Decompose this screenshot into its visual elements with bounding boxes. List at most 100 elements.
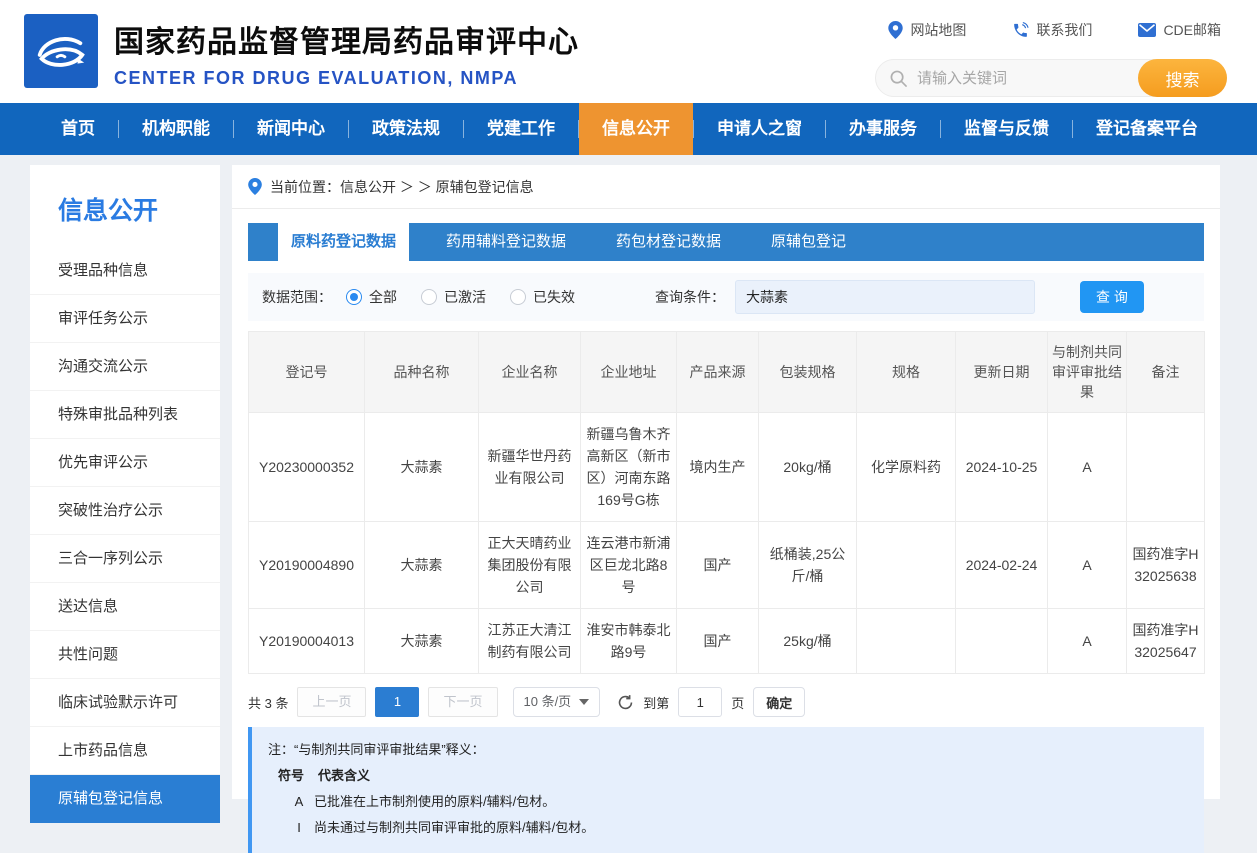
nav-item-info-disclosure[interactable]: 信息公开 [579, 103, 693, 155]
nav-item-registration-platform[interactable]: 登记备案平台 [1073, 103, 1221, 155]
header-links: 网站地图 联系我们 CDE邮箱 [888, 20, 1221, 40]
column-header: 包装规格 [759, 332, 857, 413]
sidebar-title: 信息公开 [30, 165, 220, 247]
next-page-button[interactable]: 下一页 [428, 687, 497, 717]
sidebar-item-special-approval[interactable]: 特殊审批品种列表 [30, 391, 220, 439]
sidebar-item-raw-material-registration[interactable]: 原辅包登记信息 [30, 775, 220, 823]
table-cell: 国产 [677, 609, 759, 674]
table-cell: A [1048, 609, 1127, 674]
goto-page-prefix: 到第 [643, 693, 669, 712]
table-cell: 2024-10-25 [956, 413, 1048, 522]
content-panel: 当前位置：信息公开 ＞ ＞ 原辅包登记信息 原料药登记数据 药用辅料登记数据 药… [232, 165, 1220, 799]
column-header: 企业地址 [581, 332, 677, 413]
radio-expired-label: 已失效 [533, 287, 575, 307]
table-cell: 大蒜素 [365, 522, 479, 609]
search-input[interactable] [907, 70, 1138, 87]
contact-label: 联系我们 [1036, 20, 1092, 40]
page-number-1[interactable]: 1 [375, 687, 419, 717]
sidebar-item-accepted-varieties[interactable]: 受理品种信息 [30, 247, 220, 295]
search-button[interactable]: 搜索 [1138, 59, 1227, 97]
nav-item-home[interactable]: 首页 [38, 103, 118, 155]
table-cell: 境内生产 [677, 413, 759, 522]
breadcrumb: 当前位置：信息公开 ＞ ＞ 原辅包登记信息 [232, 165, 1220, 209]
goto-page-input[interactable] [678, 687, 722, 717]
radio-activated-icon[interactable] [421, 289, 437, 305]
total-count: 共 3 条 [248, 693, 288, 712]
table-cell: 大蒜素 [365, 609, 479, 674]
nav-item-functions[interactable]: 机构职能 [119, 103, 233, 155]
table-cell: 大蒜素 [365, 413, 479, 522]
main-nav: 首页 机构职能 新闻中心 政策法规 党建工作 信息公开 申请人之窗 办事服务 监… [0, 103, 1257, 155]
table-cell: 连云港市新浦区巨龙北路8号 [581, 522, 677, 609]
query-input[interactable] [735, 280, 1035, 314]
query-button[interactable]: 查 询 [1080, 281, 1144, 313]
table-cell: 化学原料药 [857, 413, 956, 522]
table-header-row: 登记号 品种名称 企业名称 企业地址 产品来源 包装规格 规格 更新日期 与制剂… [249, 332, 1205, 413]
sidebar-item-review-tasks[interactable]: 审评任务公示 [30, 295, 220, 343]
tab-api-registration-data[interactable]: 原料药登记数据 [278, 223, 409, 261]
sitemap-link[interactable]: 网站地图 [888, 20, 966, 40]
nav-item-party[interactable]: 党建工作 [464, 103, 578, 155]
chevron-down-icon [579, 699, 589, 705]
sidebar-item-communication[interactable]: 沟通交流公示 [30, 343, 220, 391]
nav-item-policy[interactable]: 政策法规 [349, 103, 463, 155]
note-box: 注：“与制剂共同审评审批结果”释义： 符号 代表含义 A 已批准在上市制剂使用的… [248, 727, 1204, 853]
table-cell: Y20230000352 [249, 413, 365, 522]
goto-page-suffix: 页 [731, 693, 744, 712]
breadcrumb-pin-icon [248, 178, 262, 195]
table-cell: Y20190004013 [249, 609, 365, 674]
nav-item-supervision[interactable]: 监督与反馈 [941, 103, 1072, 155]
page-size-select[interactable]: 10 条/页 [513, 687, 601, 717]
tab-excipient-registration-data[interactable]: 药用辅料登记数据 [433, 223, 579, 261]
sidebar-item-delivery-info[interactable]: 送达信息 [30, 583, 220, 631]
nav-item-news[interactable]: 新闻中心 [234, 103, 348, 155]
sidebar-item-clinical-trial[interactable]: 临床试验默示许可 [30, 679, 220, 727]
mailbox-link[interactable]: CDE邮箱 [1138, 20, 1221, 40]
table-cell: A [1048, 522, 1127, 609]
note-meaning-a: 已批准在上市制剂使用的原料/辅料/包材。 [314, 789, 555, 815]
column-header: 更新日期 [956, 332, 1048, 413]
tab-packaging-registration-data[interactable]: 药包材登记数据 [603, 223, 734, 261]
prev-page-button[interactable]: 上一页 [297, 687, 366, 717]
sidebar-item-priority-review[interactable]: 优先审评公示 [30, 439, 220, 487]
note-symbol-header: 符号 [278, 763, 304, 789]
nav-item-applicant[interactable]: 申请人之窗 [694, 103, 825, 155]
table-row: Y20230000352 大蒜素 新疆华世丹药业有限公司 新疆乌鲁木齐高新区（新… [249, 413, 1205, 522]
sidebar-item-three-in-one[interactable]: 三合一序列公示 [30, 535, 220, 583]
table-cell [956, 609, 1048, 674]
phone-icon [1012, 22, 1029, 39]
note-meaning-header: 代表含义 [318, 763, 370, 789]
sidebar: 信息公开 受理品种信息 审评任务公示 沟通交流公示 特殊审批品种列表 优先审评公… [30, 165, 220, 815]
sidebar-item-common-issues[interactable]: 共性问题 [30, 631, 220, 679]
location-pin-icon [888, 21, 903, 39]
radio-option-activated[interactable]: 已激活 [421, 287, 486, 307]
confirm-button[interactable]: 确定 [753, 687, 805, 717]
radio-option-expired[interactable]: 已失效 [510, 287, 575, 307]
page-size-value: 10 条/页 [524, 688, 572, 716]
table-cell: 国产 [677, 522, 759, 609]
radio-option-all[interactable]: 全部 [346, 287, 397, 307]
nav-item-services[interactable]: 办事服务 [826, 103, 940, 155]
data-scope-radio-group: 全部 已激活 已失效 [346, 287, 575, 307]
sidebar-item-marketed-drugs[interactable]: 上市药品信息 [30, 727, 220, 775]
mailbox-label: CDE邮箱 [1163, 20, 1221, 40]
table-cell: 2024-02-24 [956, 522, 1048, 609]
radio-expired-icon[interactable] [510, 289, 526, 305]
filter-row: 数据范围： 全部 已激活 已失效 查询条件： 查 询 [248, 273, 1204, 321]
sidebar-item-breakthrough-therapy[interactable]: 突破性治疗公示 [30, 487, 220, 535]
table-cell: 国药准字H32025638 [1127, 522, 1205, 609]
search-icon [890, 70, 907, 87]
table-cell: 淮安市韩泰北路9号 [581, 609, 677, 674]
mail-icon [1138, 23, 1156, 37]
site-search: 搜索 [875, 59, 1227, 97]
table-row: Y20190004890 大蒜素 正大天晴药业集团股份有限公司 连云港市新浦区巨… [249, 522, 1205, 609]
header: 国家药品监督管理局药品审评中心 CENTER FOR DRUG EVALUATI… [0, 0, 1257, 103]
contact-link[interactable]: 联系我们 [1012, 20, 1092, 40]
table-cell: 新疆华世丹药业有限公司 [479, 413, 581, 522]
tab-raw-material-registration[interactable]: 原辅包登记 [758, 223, 859, 261]
radio-all-icon[interactable] [346, 289, 362, 305]
column-header: 登记号 [249, 332, 365, 413]
radio-activated-label: 已激活 [444, 287, 486, 307]
table-row: Y20190004013 大蒜素 江苏正大清江制药有限公司 淮安市韩泰北路9号 … [249, 609, 1205, 674]
refresh-icon[interactable] [617, 694, 634, 711]
